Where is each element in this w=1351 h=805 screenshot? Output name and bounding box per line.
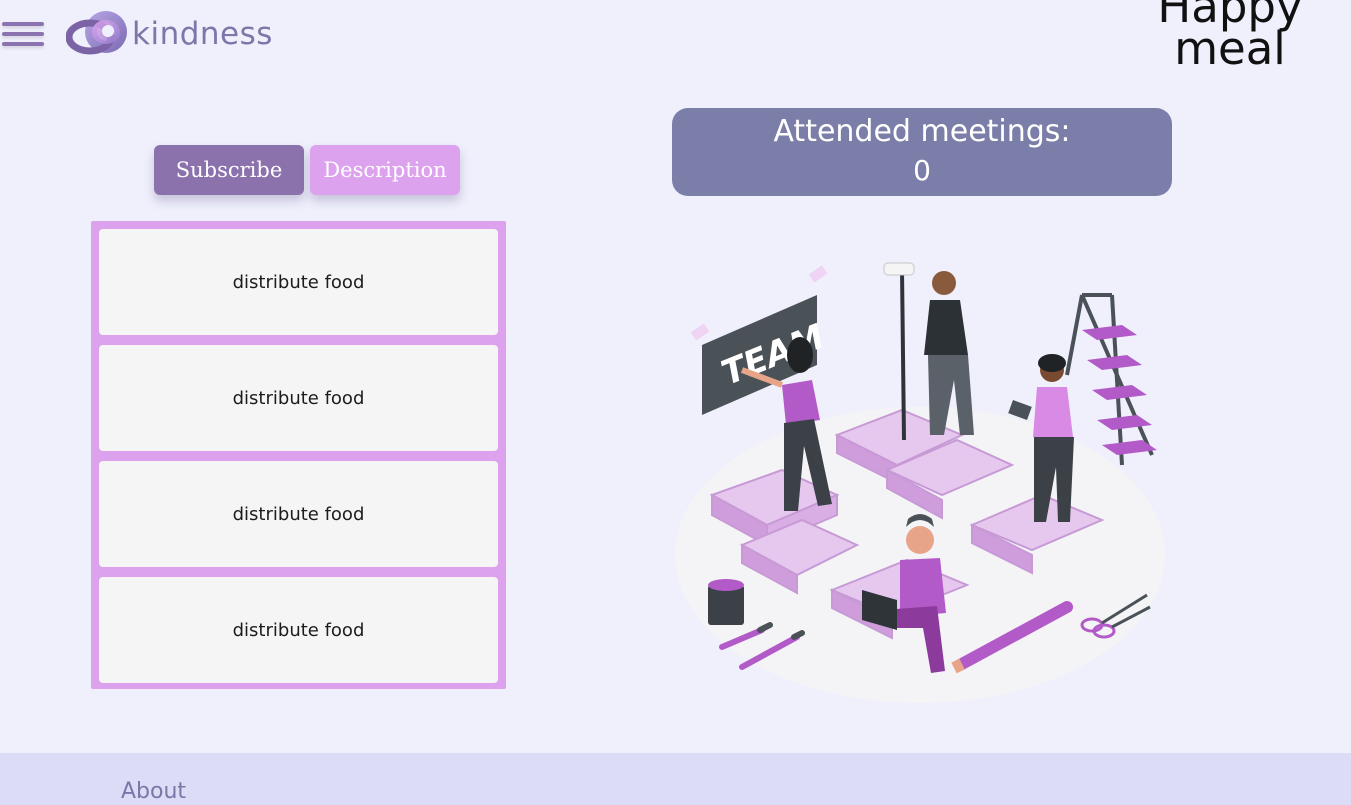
task-label: distribute food	[232, 387, 365, 409]
task-item[interactable]: distribute food	[99, 345, 498, 451]
task-label: distribute food	[232, 503, 365, 525]
menu-icon[interactable]	[2, 22, 44, 52]
page-title: Happy meal	[1157, 0, 1303, 75]
logo[interactable]: kindness	[66, 6, 273, 62]
footer: About	[0, 753, 1351, 805]
task-item[interactable]: distribute food	[99, 577, 498, 683]
task-item[interactable]: distribute food	[99, 229, 498, 335]
tab-bar: Subscribe Description	[154, 145, 460, 195]
task-label: distribute food	[232, 619, 365, 641]
attended-meetings-card: Attended meetings: 0	[672, 108, 1172, 196]
brand-name: kindness	[132, 16, 273, 52]
task-list: distribute food distribute food distribu…	[91, 221, 506, 689]
task-label: distribute food	[232, 271, 365, 293]
team-puzzle-illustration: TEAM	[675, 262, 1165, 703]
footer-about-link[interactable]: About	[121, 779, 186, 804]
task-item[interactable]: distribute food	[99, 461, 498, 567]
tab-description[interactable]: Description	[310, 145, 460, 195]
kindness-logo-icon	[66, 11, 127, 55]
ladder	[1065, 293, 1154, 466]
tab-subscribe[interactable]: Subscribe	[154, 145, 304, 195]
paint-bucket	[708, 579, 744, 625]
attended-meetings-count: 0	[913, 154, 931, 187]
attended-meetings-label: Attended meetings:	[773, 114, 1071, 149]
